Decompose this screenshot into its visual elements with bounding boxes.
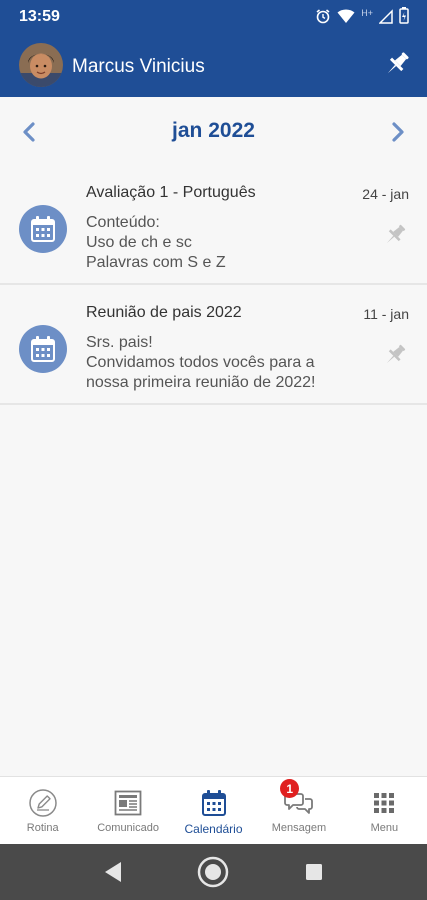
event-list: Avaliação 1 - Português 24 - jan Conteúd… — [0, 165, 427, 405]
event-item[interactable]: Reunião de pais 2022 11 - jan Srs. pais!… — [0, 285, 427, 405]
event-description: Conteúdo: Uso de ch e sc Palavras com S … — [86, 213, 226, 273]
alarm-icon — [316, 8, 330, 23]
grid-icon — [372, 788, 396, 818]
wifi-icon — [337, 9, 355, 23]
event-description-line: Srs. pais! — [86, 334, 153, 351]
status-time: 13:59 — [19, 8, 60, 25]
avatar[interactable] — [19, 43, 63, 87]
event-description-line: Uso de ch e sc — [86, 234, 192, 251]
recent-apps-icon[interactable] — [298, 856, 330, 888]
event-date: 24 - jan — [362, 186, 409, 202]
battery-icon — [399, 7, 409, 24]
back-icon[interactable] — [97, 856, 129, 888]
tab-menu[interactable]: Menu — [342, 777, 427, 844]
app-header: 13:59 H+ Marcus Vinicius — [0, 0, 427, 97]
tab-label: Mensagem — [271, 822, 327, 834]
event-description-line: Conteúdo: — [86, 214, 160, 231]
status-bar: 13:59 H+ — [0, 0, 427, 34]
status-icons: H+ — [315, 7, 409, 24]
event-description: Srs. pais! Convidamos todos vocês para a… — [86, 333, 315, 393]
tab-label: Calendário — [184, 822, 243, 836]
tab-mensagem[interactable]: 1 Mensagem — [256, 777, 341, 844]
calendar-icon — [201, 788, 227, 818]
event-title: Avaliação 1 - Português — [86, 184, 256, 201]
month-navigator: jan 2022 — [0, 113, 427, 151]
pushpin-icon[interactable] — [381, 341, 409, 369]
event-description-line: Palavras com S e Z — [86, 254, 226, 271]
child-avatar-icon — [19, 43, 63, 87]
tab-label: Rotina — [26, 822, 59, 834]
newspaper-icon — [114, 788, 142, 818]
network-type-label: H+ — [361, 7, 373, 18]
system-navigation-bar — [0, 844, 427, 900]
tab-label: Comunicado — [97, 822, 159, 834]
event-date: 11 - jan — [363, 306, 409, 322]
bottom-navigation: Rotina Comunicado Calendário 1 Mensagem … — [0, 776, 427, 844]
user-name: Marcus Vinicius — [72, 56, 205, 77]
month-label: jan 2022 — [172, 119, 255, 142]
event-title: Reunião de pais 2022 — [86, 304, 242, 321]
tab-rotina[interactable]: Rotina — [0, 777, 85, 844]
pushpin-icon[interactable] — [381, 48, 413, 80]
tab-label: Menu — [370, 822, 399, 834]
pushpin-icon[interactable] — [381, 221, 409, 249]
chevron-right-icon[interactable] — [384, 119, 410, 145]
calendar-icon — [19, 325, 67, 373]
calendar-icon — [19, 205, 67, 253]
home-icon[interactable] — [197, 856, 229, 888]
event-item[interactable]: Avaliação 1 - Português 24 - jan Conteúd… — [0, 165, 427, 285]
tab-comunicado[interactable]: Comunicado — [85, 777, 170, 844]
signal-icon — [379, 8, 393, 24]
tab-calendario[interactable]: Calendário — [171, 777, 256, 844]
event-description-line: Convidamos todos vocês para a — [86, 354, 315, 371]
event-description-line: nossa primeira reunião de 2022! — [86, 374, 316, 391]
pencil-circle-icon — [28, 788, 58, 818]
